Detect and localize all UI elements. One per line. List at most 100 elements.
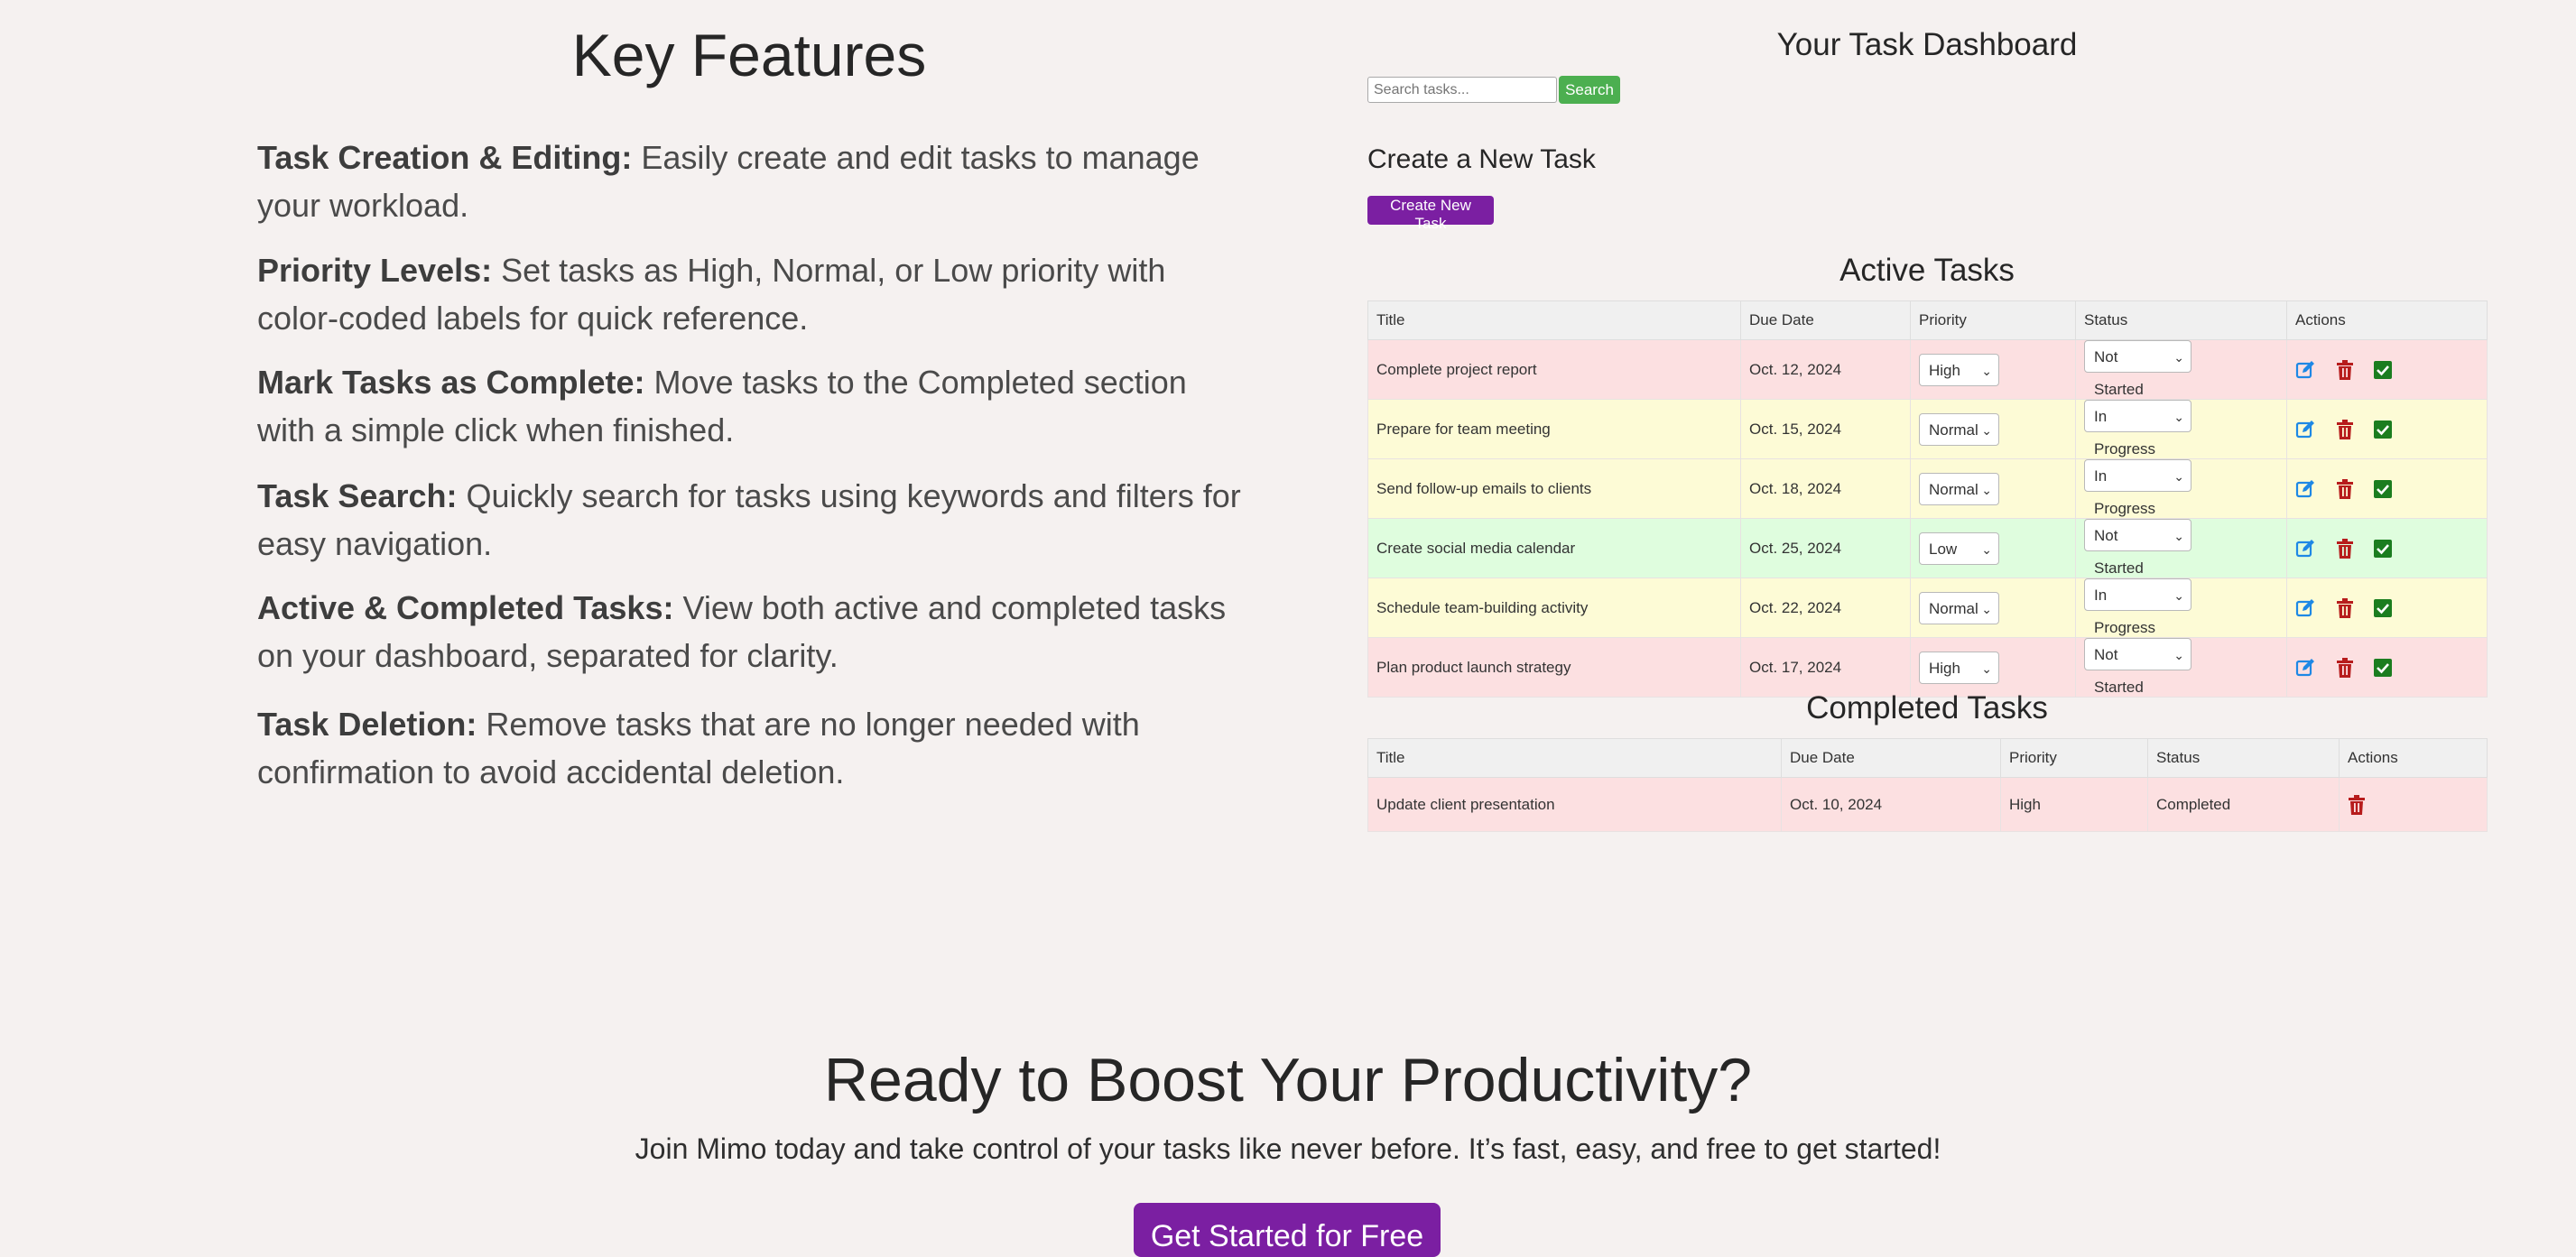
column-header-status: Status: [2147, 738, 2340, 778]
edit-icon[interactable]: [2295, 598, 2315, 618]
status-value: Not Started: [2094, 348, 2144, 398]
trash-icon[interactable]: [2336, 538, 2354, 559]
task-title: Create social media calendar: [1367, 518, 1741, 578]
check-square-icon[interactable]: [2374, 598, 2393, 617]
status-select[interactable]: In Progress ⌄: [2084, 578, 2191, 636]
status-cell: In Progress ⌄: [2075, 458, 2287, 519]
task-title: Prepare for team meeting: [1367, 399, 1741, 459]
priority-select[interactable]: High ⌄: [1919, 651, 1999, 684]
create-task-button[interactable]: Create New Task: [1367, 196, 1494, 232]
column-header-priority: Priority: [1910, 300, 2076, 340]
task-title: Complete project report: [1367, 339, 1741, 400]
feature-item: Task Deletion: Remove tasks that are no …: [257, 700, 1250, 796]
get-started-button[interactable]: Get Started for Free: [1134, 1203, 1441, 1257]
features-title: Key Features: [571, 22, 927, 88]
check-square-icon[interactable]: [2374, 658, 2393, 677]
status-value: In Progress: [2094, 408, 2156, 458]
edit-icon[interactable]: [2295, 479, 2315, 499]
cta-title: Ready to Boost Your Productivity?: [823, 1046, 1753, 1114]
status-select[interactable]: Not Started ⌄: [2084, 638, 2191, 696]
check-square-icon[interactable]: [2374, 420, 2393, 439]
feature-item: Active & Completed Tasks: View both acti…: [257, 584, 1250, 679]
status-select[interactable]: Not Started ⌄: [2084, 340, 2191, 398]
check-square-icon[interactable]: [2374, 360, 2393, 379]
trash-icon[interactable]: [2348, 794, 2366, 815]
status-value: In Progress: [2094, 587, 2156, 636]
priority-select[interactable]: Normal ⌄: [1919, 472, 1999, 505]
status-cell: Not Started ⌄: [2075, 637, 2287, 698]
priority-select[interactable]: Normal ⌄: [1919, 591, 1999, 624]
task-due-date: Oct. 15, 2024: [1740, 399, 1911, 459]
actions-cell: [2286, 518, 2488, 578]
feature-label: Priority Levels:: [257, 252, 493, 289]
search-input[interactable]: [1367, 77, 1557, 103]
priority-cell: Normal ⌄: [1910, 578, 2076, 638]
priority-select[interactable]: Low ⌄: [1919, 531, 1999, 565]
column-header-due-date: Due Date: [1740, 300, 1911, 340]
table-row: Plan product launch strategy Oct. 17, 20…: [1367, 637, 2488, 698]
chevron-down-icon: ⌄: [1981, 363, 1992, 378]
chevron-down-icon: ⌄: [1981, 661, 1992, 676]
task-title: Send follow-up emails to clients: [1367, 458, 1741, 519]
chevron-down-icon: ⌄: [2173, 350, 2184, 365]
trash-icon[interactable]: [2336, 419, 2354, 439]
trash-icon[interactable]: [2336, 597, 2354, 618]
chevron-down-icon: ⌄: [1981, 422, 1992, 438]
feature-label: Task Search:: [257, 477, 458, 514]
column-header-title: Title: [1367, 300, 1741, 340]
column-header-status: Status: [2075, 300, 2287, 340]
priority-select[interactable]: Normal ⌄: [1919, 412, 1999, 446]
search-button[interactable]: Search: [1559, 76, 1620, 104]
feature-item: Task Search: Quickly search for tasks us…: [257, 472, 1250, 568]
feature-item: Task Creation & Editing: Easily create a…: [257, 134, 1250, 229]
chevron-down-icon: ⌄: [2173, 469, 2184, 484]
check-square-icon[interactable]: [2374, 479, 2393, 498]
status-value: Not Started: [2094, 527, 2144, 577]
edit-icon[interactable]: [2295, 360, 2315, 380]
status-select[interactable]: In Progress ⌄: [2084, 459, 2191, 517]
table-row: Prepare for team meeting Oct. 15, 2024 N…: [1367, 399, 2488, 459]
status-value: In Progress: [2094, 467, 2156, 517]
column-header-actions: Actions: [2286, 300, 2488, 340]
priority-select[interactable]: High ⌄: [1919, 353, 1999, 386]
actions-cell: [2286, 458, 2488, 519]
column-header-priority: Priority: [2000, 738, 2148, 778]
column-header-title: Title: [1367, 738, 1782, 778]
priority-value: Normal: [1929, 480, 1978, 498]
task-title: Schedule team-building activity: [1367, 578, 1741, 638]
edit-icon[interactable]: [2295, 658, 2315, 678]
chevron-down-icon: ⌄: [1981, 601, 1992, 616]
trash-icon[interactable]: [2336, 359, 2354, 380]
create-task-heading: Create a New Task: [1367, 144, 1596, 174]
table-row: Update client presentation Oct. 10, 2024…: [1367, 777, 2488, 832]
chevron-down-icon: ⌄: [2173, 588, 2184, 603]
priority-cell: Normal ⌄: [1910, 458, 2076, 519]
active-tasks-title: Active Tasks: [1839, 253, 2015, 288]
status-cell: Not Started ⌄: [2075, 518, 2287, 578]
trash-icon[interactable]: [2336, 657, 2354, 678]
completed-tasks-table: Title Due Date Priority Status Actions U…: [1367, 738, 2488, 832]
status-cell: In Progress ⌄: [2075, 578, 2287, 638]
features-section: Key Features Task Creation & Editing: Ea…: [257, 0, 1241, 790]
feature-label: Mark Tasks as Complete:: [257, 364, 645, 401]
priority-cell: Normal ⌄: [1910, 399, 2076, 459]
priority-cell: Low ⌄: [1910, 518, 2076, 578]
cta-subtitle: Join Mimo today and take control of your…: [635, 1132, 1941, 1165]
task-title: Update client presentation: [1367, 777, 1782, 832]
trash-icon[interactable]: [2336, 478, 2354, 499]
actions-cell: [2286, 578, 2488, 638]
actions-cell: [2286, 399, 2488, 459]
priority-value: High: [1929, 361, 1960, 379]
task-status: Completed: [2147, 777, 2340, 832]
actions-cell: [2286, 637, 2488, 698]
status-select[interactable]: Not Started ⌄: [2084, 519, 2191, 577]
check-square-icon[interactable]: [2374, 539, 2393, 558]
task-title: Plan product launch strategy: [1367, 637, 1741, 698]
edit-icon[interactable]: [2295, 420, 2315, 439]
priority-value: High: [1929, 659, 1960, 677]
actions-cell: [2286, 339, 2488, 400]
status-select[interactable]: In Progress ⌄: [2084, 400, 2191, 458]
edit-icon[interactable]: [2295, 539, 2315, 559]
task-due-date: Oct. 17, 2024: [1740, 637, 1911, 698]
task-due-date: Oct. 25, 2024: [1740, 518, 1911, 578]
